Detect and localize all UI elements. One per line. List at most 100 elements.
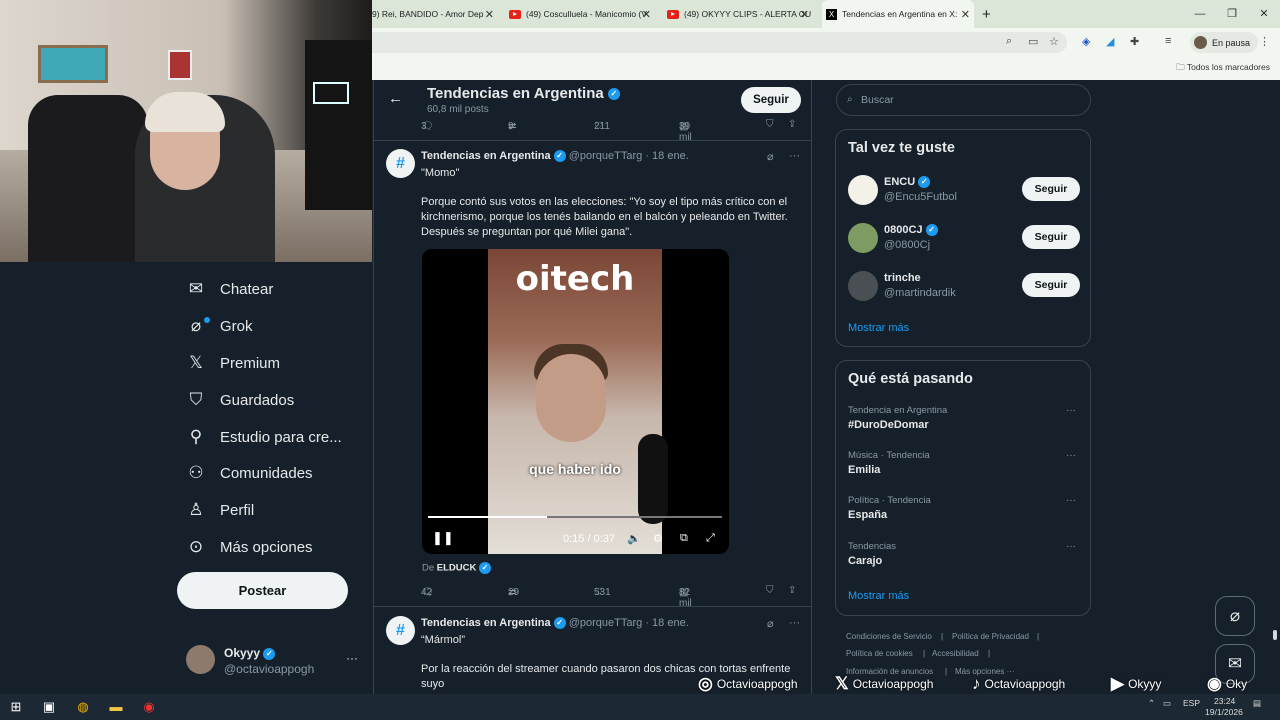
grok-icon[interactable]: ⌀ [1215, 596, 1255, 636]
pip-icon[interactable]: ⧉ [680, 532, 688, 545]
tweet-date[interactable]: · 18 ene. [645, 617, 688, 629]
grok-icon[interactable]: ⌀ [767, 150, 774, 163]
more-icon[interactable]: ··· [1066, 450, 1076, 461]
suggestion-name[interactable]: 0800CJ ✓ [884, 224, 938, 237]
author-name[interactable]: Tendencias en Argentina [421, 150, 551, 162]
close-icon[interactable]: ✕ [800, 8, 809, 21]
nav-item-premium[interactable]: 𝕏 Premium [186, 348, 280, 378]
more-icon[interactable]: ··· [789, 150, 800, 162]
follow-button[interactable]: Seguir [1022, 177, 1080, 201]
extension-icon[interactable]: ◈ [1082, 35, 1090, 48]
privacy-link[interactable]: Política de Privacidad [952, 632, 1029, 641]
follow-button[interactable]: Seguir [741, 87, 801, 113]
windows-start-icon[interactable]: ⊞ [7, 698, 25, 716]
more-icon[interactable]: ··· [789, 617, 800, 629]
scrollbar[interactable] [1273, 630, 1277, 640]
nav-item-profile[interactable]: ♙ Perfil [186, 495, 254, 525]
extension-icon[interactable]: ◢ [1106, 35, 1114, 48]
account-switcher[interactable]: Okyyy ✓ @octavioappogh ··· [186, 645, 366, 679]
back-arrow-icon[interactable]: ← [388, 90, 403, 107]
more-icon[interactable]: ··· [346, 651, 358, 665]
nav-item-more[interactable]: ⊙ Más opciones [186, 532, 313, 562]
puzzle-icon[interactable]: ✚ [1130, 35, 1139, 48]
obs-icon[interactable]: ◉ [140, 698, 158, 716]
more-icon[interactable]: ··· [1066, 541, 1076, 552]
suggestion[interactable]: 0800CJ ✓ @0800Cj Seguir [848, 221, 1083, 261]
more-icon[interactable]: ··· [1066, 495, 1076, 506]
share-icon[interactable]: ⇪ [788, 585, 796, 596]
address-bar[interactable] [372, 32, 1067, 53]
follow-button[interactable]: Seguir [1022, 225, 1080, 249]
trend-item[interactable]: Tendencias Carajo ··· [848, 541, 1083, 575]
show-more-link[interactable]: Mostrar más [848, 590, 909, 602]
clock-date[interactable]: 19/1/2026 [1205, 707, 1243, 717]
author-handle[interactable]: @porqueTTarg [569, 617, 643, 629]
all-bookmarks[interactable]: 🗀 Todos los marcadores [1176, 62, 1270, 76]
restore-icon[interactable]: ❐ [1216, 0, 1248, 28]
settings-icon[interactable]: ⚙ [653, 532, 663, 545]
media-player-icon[interactable]: ▣ [40, 698, 58, 716]
trend-item[interactable]: Música · Tendencia Emilia ··· [848, 450, 1083, 484]
new-tab-button[interactable]: + [982, 0, 1002, 28]
minimize-icon[interactable]: — [1184, 0, 1216, 28]
nav-item-chat[interactable]: ✉ Chatear [186, 274, 274, 304]
suggestion-handle[interactable]: @0800Cj [884, 239, 930, 251]
terms-link[interactable]: Condiciones de Servicio [846, 632, 932, 641]
nav-item-studio[interactable]: ⚲ Estudio para cre... [186, 422, 342, 452]
nav-item-bookmarks[interactable]: ⛉ Guardados [186, 385, 295, 415]
fullscreen-icon[interactable]: ⤢ [706, 532, 715, 545]
browser-tab[interactable]: (49) Cosculluela - Manicomio (V ✕ [507, 0, 655, 28]
volume-icon[interactable]: 🔈 [627, 532, 641, 545]
nav-item-grok[interactable]: ⌀ Grok [186, 311, 253, 341]
zoom-icon[interactable]: ⌕ [1006, 35, 1012, 48]
more-icon[interactable]: ··· [1066, 405, 1076, 416]
nav-item-communities[interactable]: ⚇ Comunidades [186, 458, 312, 488]
avatar[interactable]: # [386, 149, 415, 178]
browser-tab[interactable]: 9) Rei, BANDIDO - Amor Dep ✕ [372, 0, 498, 28]
close-icon[interactable]: ✕ [642, 8, 651, 21]
browser-tab[interactable]: (49) OKYYY CLIPS - ALERTA CU ✕ [665, 0, 813, 28]
video-progress-bar[interactable] [428, 516, 722, 518]
author-handle[interactable]: @porqueTTarg [569, 150, 643, 162]
chrome-icon[interactable]: ◍ [74, 698, 92, 716]
close-icon[interactable]: ✕ [485, 8, 494, 21]
avatar[interactable]: # [386, 616, 415, 645]
trend-item[interactable]: Tendencia en Argentina #DuroDeDomar ··· [848, 405, 1083, 439]
show-more-link[interactable]: Mostrar más [848, 322, 909, 334]
suggestion-name[interactable]: trinche [884, 272, 921, 284]
author-name[interactable]: Tendencias en Argentina [421, 617, 551, 629]
suggestion-handle[interactable]: @martindardik [884, 287, 956, 299]
post-button[interactable]: Postear [177, 572, 348, 609]
share-icon[interactable]: ⇪ [788, 119, 796, 130]
suggestion-handle[interactable]: @Encu5Futbol [884, 191, 957, 203]
avatar[interactable] [848, 271, 878, 301]
follow-button[interactable]: Seguir [1022, 273, 1080, 297]
language-indicator[interactable]: ESP [1183, 698, 1200, 708]
pause-icon[interactable]: ❚❚ [432, 530, 454, 546]
clock-time[interactable]: 23:24 [1214, 696, 1235, 706]
cookies-link[interactable]: Política de cookies [846, 649, 913, 658]
grok-icon[interactable]: ⌀ [767, 617, 774, 630]
video-player[interactable]: oitech que haber ido ❚❚ 0:15 / 0:37 🔈 ⚙ … [422, 249, 729, 554]
bookmark-icon[interactable]: ⛉ [766, 585, 774, 596]
search-input[interactable]: ⌕ Buscar [836, 84, 1091, 116]
folder-icon[interactable]: ▬ [107, 698, 125, 716]
close-window-icon[interactable]: ✕ [1248, 0, 1280, 28]
profile-button[interactable]: En pausa [1190, 32, 1259, 53]
trend-item[interactable]: Política · Tendencia España ··· [848, 495, 1083, 529]
install-icon[interactable]: ▭ [1028, 35, 1038, 48]
tweet-date[interactable]: · 18 ene. [645, 150, 688, 162]
browser-tab-active[interactable]: X Tendencias en Argentina en X: ✕ [822, 0, 974, 28]
accessibility-link[interactable]: Accesibilidad [932, 649, 979, 658]
source-account[interactable]: ELDUCK [437, 563, 477, 574]
media-icon[interactable]: ≡ [1165, 35, 1171, 47]
suggestion-name[interactable]: ENCU ✓ [884, 176, 931, 189]
suggestion[interactable]: trinche @martindardik Seguir [848, 269, 1083, 309]
notification-icon[interactable]: ▤ [1253, 698, 1261, 709]
avatar[interactable] [848, 223, 878, 253]
close-icon[interactable]: ✕ [961, 8, 970, 21]
network-icon[interactable]: ▭ [1163, 698, 1171, 709]
bookmark-icon[interactable]: ⛉ [766, 119, 774, 130]
chevron-up-icon[interactable]: ⌃ [1148, 698, 1155, 709]
menu-icon[interactable]: ⋮ [1259, 35, 1270, 48]
